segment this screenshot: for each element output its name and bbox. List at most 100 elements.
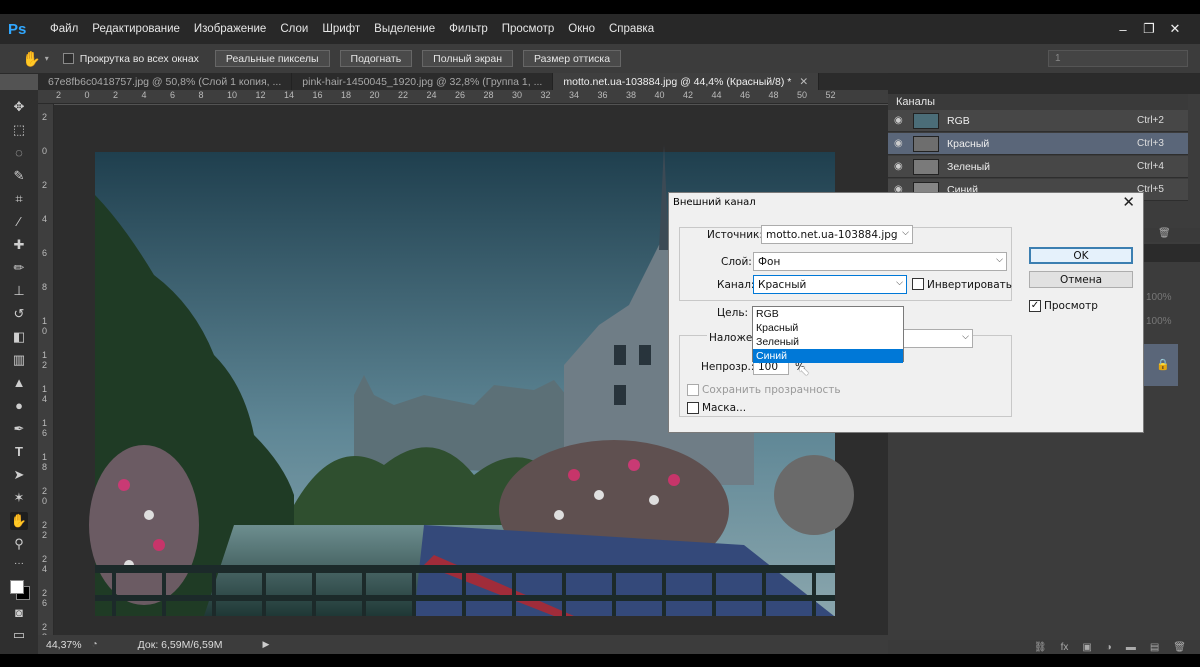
tab-document-1[interactable]: 67e8fb6c0418757.jpg @ 50,8% (Слой 1 копи… [38, 73, 293, 90]
minimize-icon[interactable]: ‒ [1110, 22, 1136, 37]
menu-type[interactable]: Шрифт [322, 23, 360, 35]
ruler-tick: 8 [42, 282, 48, 292]
ok-button[interactable]: OK [1029, 247, 1133, 264]
crop-tool-icon[interactable]: ⌗ [10, 190, 28, 208]
cancel-button[interactable]: Отмена [1029, 271, 1133, 288]
move-tool-icon[interactable]: ✥ [10, 98, 28, 116]
foreground-color-swatch[interactable] [10, 580, 24, 594]
channel-option-blue[interactable]: Синий [753, 349, 903, 363]
scroll-all-checkbox[interactable] [62, 53, 74, 64]
invert-checkbox[interactable] [912, 278, 924, 290]
hand-tool-icon[interactable]: ✋ [10, 512, 28, 530]
ruler-tick: 2 2 [42, 520, 48, 540]
opacity-faded: 100% [1146, 292, 1172, 303]
blending-select[interactable]: ⌵ [901, 329, 973, 348]
tool-preset-chevron-icon[interactable]: ▾ [45, 54, 49, 63]
channel-row-red[interactable]: ◉ Красный Ctrl+3 [888, 133, 1188, 155]
doc-size: Док: 6,59M/6,59M [137, 638, 223, 651]
marquee-tool-icon[interactable]: ⬚ [10, 121, 28, 139]
channel-row-rgb[interactable]: ◉ RGB Ctrl+2 [888, 110, 1188, 132]
quick-mask-icon[interactable]: ◙ [10, 604, 28, 622]
tab-label: motto.net.ua-103884.jpg @ 44,4% (Красный… [563, 75, 792, 88]
eyedropper-tool-icon[interactable]: ⁄ [10, 213, 28, 231]
ruler-tick: 2 4 [42, 554, 48, 574]
layers-footer: ⛓ fx ▣ ◑ ▬ ▤ 🗑 [888, 640, 1200, 654]
path-select-tool-icon[interactable]: ➤ [10, 466, 28, 484]
close-window-icon[interactable]: ✕ [1162, 21, 1188, 37]
channel-option-green[interactable]: Зеленый [753, 335, 903, 349]
lasso-tool-icon[interactable]: ◌ [10, 144, 28, 162]
status-menu-arrow-icon[interactable]: ▶ [262, 639, 269, 650]
ruler-tick: 0 [84, 90, 90, 100]
eye-icon[interactable]: ◉ [894, 138, 908, 149]
preserve-transparency-label: Сохранить прозрачность [702, 384, 841, 396]
menu-help[interactable]: Справка [609, 23, 654, 35]
delete-channel-icon[interactable]: 🗑 [1158, 228, 1171, 239]
quick-select-tool-icon[interactable]: ✎ [10, 167, 28, 185]
zoom-tool-icon[interactable]: ⚲ [10, 535, 28, 553]
type-tool-icon[interactable]: T [10, 443, 28, 461]
tab-document-3[interactable]: motto.net.ua-103884.jpg @ 44,4% (Красный… [553, 73, 820, 90]
menu-image[interactable]: Изображение [194, 23, 266, 35]
layer-select[interactable]: Фон ⌵ [753, 252, 1007, 271]
fill-screen-button[interactable]: Полный экран [422, 50, 514, 67]
menu-filter[interactable]: Фильтр [449, 23, 488, 35]
workspace-select[interactable]: 1 [1048, 50, 1188, 67]
chevron-down-icon: ⌵ [996, 255, 1003, 265]
zoom-level[interactable]: 44,37% [46, 639, 82, 651]
tab-document-2[interactable]: pink-hair-1450045_1920.jpg @ 32,8% (Груп… [292, 73, 554, 90]
source-select[interactable]: motto.net.ua-103884.jpg ⌵ [761, 225, 913, 244]
menu-edit[interactable]: Редактирование [92, 23, 180, 35]
channels-tab[interactable]: Каналы [888, 94, 1188, 110]
healing-brush-tool-icon[interactable]: ✚ [10, 236, 28, 254]
shape-tool-icon[interactable]: ✶ [10, 489, 28, 507]
adjustment-layer-icon[interactable]: ◑ [1106, 642, 1112, 653]
menu-select[interactable]: Выделение [374, 23, 435, 35]
screen-mode-icon[interactable]: ▭ [10, 626, 28, 644]
close-tab-icon[interactable]: ✕ [799, 76, 808, 88]
mask-checkbox[interactable] [687, 402, 699, 414]
eye-icon[interactable]: ◉ [894, 161, 908, 172]
more-tools-icon[interactable]: ··· [10, 555, 28, 573]
channel-option-rgb[interactable]: RGB [753, 307, 903, 321]
restore-icon[interactable]: ❐ [1136, 21, 1162, 37]
ruler-tick: 32 [540, 90, 551, 100]
eraser-tool-icon[interactable]: ◧ [10, 328, 28, 346]
link-layers-icon[interactable]: ⛓ [1034, 642, 1047, 653]
eye-icon[interactable]: ◉ [894, 115, 908, 126]
pen-tool-icon[interactable]: ✒ [10, 420, 28, 438]
fx-icon[interactable]: fx [1061, 642, 1069, 653]
fit-screen-button[interactable]: Подогнать [339, 50, 413, 67]
menu-window[interactable]: Окно [568, 23, 595, 35]
actual-pixels-button[interactable]: Реальные пикселы [214, 50, 330, 67]
menu-file[interactable]: Файл [50, 23, 78, 35]
delete-layer-icon[interactable]: 🗑 [1173, 642, 1186, 653]
blur-tool-icon[interactable]: ▲ [10, 374, 28, 392]
tab-label: 67e8fb6c0418757.jpg @ 50,8% (Слой 1 копи… [48, 75, 282, 88]
ruler-tick: 1 0 [42, 316, 48, 336]
add-mask-icon[interactable]: ▣ [1082, 642, 1091, 653]
channel-select[interactable]: Красный ⌵ [753, 275, 907, 294]
new-group-icon[interactable]: ▬ [1126, 642, 1136, 653]
menu-layers[interactable]: Слои [280, 23, 308, 35]
preview-checkbox[interactable]: ✓ [1029, 300, 1041, 312]
status-bar: 44,37% ◔ Док: 6,59M/6,59M ▶ [38, 635, 888, 654]
ruler-tick: 2 [42, 112, 48, 122]
close-icon[interactable]: ✕ [1122, 193, 1135, 211]
channel-name: Красный [947, 137, 990, 150]
channel-option-red[interactable]: Красный [753, 321, 903, 335]
layer-selected-strip[interactable]: 🔒 [1142, 344, 1178, 386]
chevron-down-icon: ⌵ [896, 278, 903, 288]
dodge-tool-icon[interactable]: ● [10, 397, 28, 415]
channel-shortcut: Ctrl+3 [1137, 138, 1164, 149]
hand-tool-icon[interactable]: ✋ [22, 50, 41, 68]
clone-stamp-tool-icon[interactable]: ⊥ [10, 282, 28, 300]
history-brush-tool-icon[interactable]: ↺ [10, 305, 28, 323]
print-size-button[interactable]: Размер оттиска [523, 50, 622, 67]
gradient-tool-icon[interactable]: ▥ [10, 351, 28, 369]
menu-view[interactable]: Просмотр [502, 23, 555, 35]
new-layer-icon[interactable]: ▤ [1150, 642, 1159, 653]
ruler-tick: 28 [483, 90, 494, 100]
brush-tool-icon[interactable]: ✏ [10, 259, 28, 277]
channel-row-green[interactable]: ◉ Зеленый Ctrl+4 [888, 156, 1188, 178]
